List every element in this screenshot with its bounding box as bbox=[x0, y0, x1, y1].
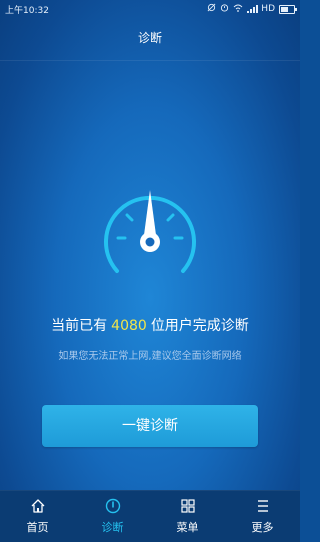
nav-item-home[interactable]: 首页 bbox=[0, 491, 75, 542]
home-icon bbox=[30, 498, 46, 514]
summary-prefix: 当前已有 bbox=[51, 318, 108, 334]
nav-label-home: 首页 bbox=[26, 521, 49, 534]
diagnosis-screen: 上午10:32 HD 诊断 当前已有 4080 位用户完成诊断 如果您无法正常上… bbox=[0, 0, 300, 542]
network-type: HD bbox=[261, 4, 275, 14]
page-title: 诊断 bbox=[137, 31, 162, 45]
nav-label-more: 更多 bbox=[251, 521, 274, 534]
nav-item-menu[interactable]: 菜单 bbox=[150, 491, 225, 542]
status-icons: HD bbox=[207, 3, 297, 15]
wifi-icon bbox=[233, 3, 243, 15]
nav-item-diagnose[interactable]: 诊断 bbox=[75, 491, 150, 542]
signal-icon bbox=[247, 5, 259, 13]
one-click-diagnose-button[interactable]: 一键诊断 bbox=[42, 405, 258, 447]
nav-item-more[interactable]: 更多 bbox=[225, 491, 300, 542]
mute-icon bbox=[207, 3, 216, 15]
bottom-nav: 首页 诊断 菜单 更多 bbox=[0, 490, 300, 542]
diagnose-icon bbox=[105, 498, 121, 514]
status-bar: 上午10:32 HD bbox=[0, 0, 300, 18]
alarm-icon bbox=[220, 3, 229, 15]
more-icon bbox=[255, 498, 271, 514]
grid-icon bbox=[180, 498, 196, 514]
nav-label-menu: 菜单 bbox=[176, 521, 199, 534]
diagnosis-hint: 如果您无法正常上网,建议您全面诊断网络 bbox=[58, 351, 242, 362]
summary-suffix: 位用户完成诊断 bbox=[150, 318, 249, 334]
battery-icon bbox=[279, 4, 297, 14]
user-count: 4080 bbox=[111, 318, 147, 334]
diagnosis-summary: 当前已有 4080 位用户完成诊断 bbox=[0, 315, 300, 335]
speedometer-icon bbox=[100, 180, 200, 290]
title-divider bbox=[0, 60, 300, 61]
nav-label-diagnose: 诊断 bbox=[101, 521, 124, 534]
status-time: 上午10:32 bbox=[5, 6, 49, 16]
